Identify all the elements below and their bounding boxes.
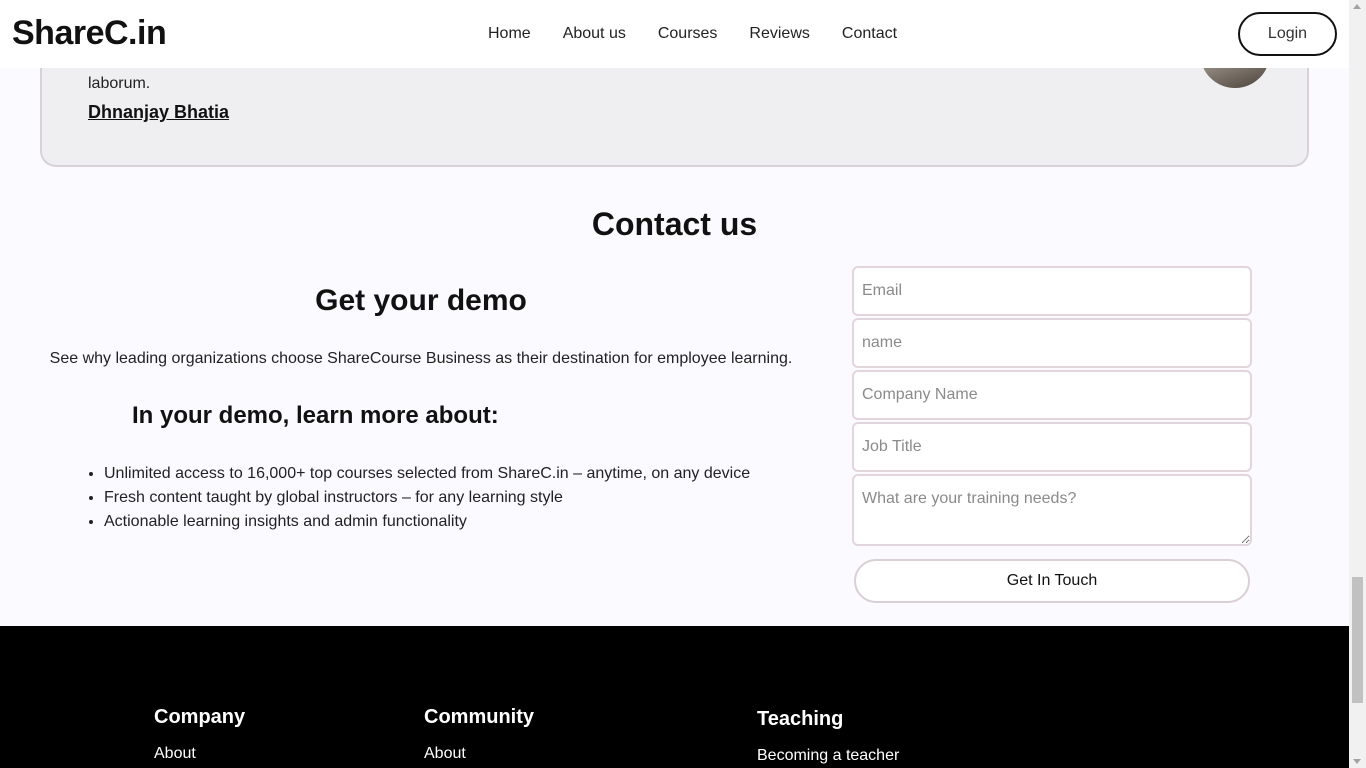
footer-column-community: Community About [424,706,534,763]
nav-contact[interactable]: Contact [842,25,897,43]
nav-about-us[interactable]: About us [563,25,626,43]
contact-form [852,266,1252,546]
scroll-thumb[interactable] [1352,577,1363,703]
login-button[interactable]: Login [1238,12,1337,56]
review-author-link[interactable]: Dhnanjay Bhatia [88,102,229,123]
nav-home[interactable]: Home [488,25,531,43]
get-in-touch-button[interactable]: Get In Touch [854,559,1250,603]
company-name-field[interactable] [852,370,1252,420]
list-item: Actionable learning insights and admin f… [104,510,750,534]
training-needs-field[interactable] [852,474,1252,546]
footer-heading-company: Company [154,706,246,728]
footer-link-community-about[interactable]: About [424,745,534,763]
contact-title: Contact us [591,206,758,242]
footer-heading-teaching: Teaching [757,708,844,730]
learn-title: In your demo, learn more about: [132,402,499,429]
footer-column-company: Company About [154,706,245,763]
list-item: Fresh content taught by global instructo… [104,486,750,510]
footer-column-teaching: Teaching Becoming a teacher [757,708,899,765]
demo-title: Get your demo [315,284,527,317]
job-title-field[interactable] [852,422,1252,472]
page-scrollbar[interactable] [1349,0,1366,768]
name-field[interactable] [852,318,1252,368]
list-item: Unlimited access to 16,000+ top courses … [104,462,750,486]
learn-list: Unlimited access to 16,000+ top courses … [104,462,750,534]
nav-courses[interactable]: Courses [658,25,718,43]
demo-description: See why leading organizations choose Sha… [49,350,793,367]
scroll-down-arrow-icon[interactable] [1353,759,1361,764]
navbar: ShareC.in Home About us Courses Reviews … [0,0,1349,68]
footer-link-becoming-teacher[interactable]: Becoming a teacher [757,747,899,765]
brand-logo[interactable]: ShareC.in [12,14,167,53]
footer-heading-community: Community [424,706,534,728]
footer-link-about[interactable]: About [154,745,245,763]
nav-reviews[interactable]: Reviews [749,25,809,43]
scroll-up-arrow-icon[interactable] [1353,4,1361,9]
nav-links: Home About us Courses Reviews Contact [488,25,897,43]
review-text: laborum. [88,75,151,92]
email-field[interactable] [852,266,1252,316]
footer: Company About Community About Teaching B… [0,626,1349,768]
